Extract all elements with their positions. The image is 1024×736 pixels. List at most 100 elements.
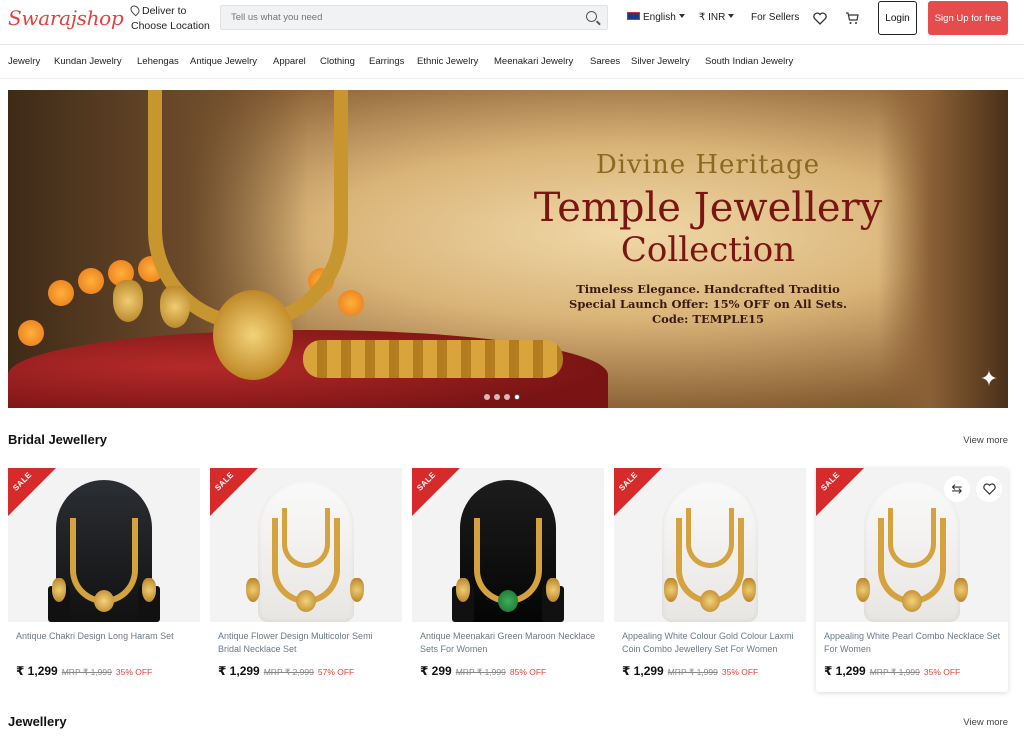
language-selector[interactable]: English <box>627 12 685 23</box>
earring-image <box>664 578 678 602</box>
product-card[interactable]: SALE ⇆ Appealing White Pearl Combo Neckl… <box>816 468 1008 692</box>
currency-label: ₹ INR <box>699 12 726 23</box>
hero-banner[interactable]: Divine Heritage Temple Jewellery Collect… <box>8 90 1008 408</box>
marigold-flower <box>18 320 44 346</box>
product-discount: 35% OFF <box>115 667 153 677</box>
for-sellers-link[interactable]: For Sellers <box>751 12 799 23</box>
price-row: ₹ 1,299 MRP ₹ 1,999 35% OFF <box>824 664 960 678</box>
product-mrp: MRP ₹ 1,999 <box>667 667 718 677</box>
category-jewelry[interactable]: Jewelry <box>8 56 40 67</box>
pendant-image <box>902 590 922 612</box>
marigold-flower <box>338 290 364 316</box>
product-name[interactable]: Antique Meenakari Green Maroon Necklace … <box>420 630 598 656</box>
product-price: ₹ 1,299 <box>218 664 260 678</box>
flag-icon <box>627 12 640 20</box>
product-card[interactable]: SALE Antique Meenakari Green Maroon Neck… <box>412 468 604 692</box>
language-label: English <box>643 12 676 23</box>
product-name[interactable]: Antique Flower Design Multicolor Semi Br… <box>218 630 396 656</box>
section-title-jewellery: Jewellery <box>8 714 67 729</box>
price-row: ₹ 299 MRP ₹ 1,999 85% OFF <box>420 664 546 678</box>
product-name[interactable]: Appealing White Colour Gold Colour Laxmi… <box>622 630 800 656</box>
pendant-image <box>700 590 720 612</box>
product-name[interactable]: Antique Chakri Design Long Haram Set <box>16 630 194 643</box>
category-antique-jewelry[interactable]: Antique Jewelry <box>190 56 257 67</box>
product-discount: 57% OFF <box>317 667 355 677</box>
waist-belt-image <box>303 340 563 378</box>
carousel-dots <box>484 387 524 405</box>
category-earrings[interactable]: Earrings <box>369 56 404 67</box>
product-mrp: MRP ₹ 1,999 <box>869 667 920 677</box>
category-lehengas[interactable]: Lehengas <box>137 56 179 67</box>
pin-icon <box>128 3 142 17</box>
category-south-indian-jewelry[interactable]: South Indian Jewelry <box>705 56 793 67</box>
search-icon[interactable] <box>586 11 597 22</box>
earring-image <box>142 578 156 602</box>
category-kundan-jewelry[interactable]: Kundan Jewelry <box>54 56 122 67</box>
earring-image <box>546 578 560 602</box>
product-image[interactable]: SALE <box>8 468 200 622</box>
earring-image <box>246 578 260 602</box>
product-mrp: MRP ₹ 1,999 <box>61 667 112 677</box>
banner-text: Divine Heritage Temple Jewellery Collect… <box>473 150 943 327</box>
header: Swarajshop Deliver to Choose Location En… <box>0 0 1024 45</box>
deliver-location[interactable]: Deliver to Choose Location <box>128 3 210 34</box>
product-card[interactable]: SALE Antique Chakri Design Long Haram Se… <box>8 468 200 692</box>
section-title-bridal: Bridal Jewellery <box>8 432 107 447</box>
currency-selector[interactable]: ₹ INR <box>699 12 735 23</box>
earring-image <box>160 286 190 328</box>
category-ethnic-jewelry[interactable]: Ethnic Jewelry <box>417 56 478 67</box>
product-price: ₹ 1,299 <box>16 664 58 678</box>
carousel-dot[interactable] <box>494 394 500 400</box>
compare-icon[interactable]: ⇆ <box>944 476 970 502</box>
view-more-jewellery-link[interactable]: View more <box>963 717 1008 728</box>
heart-icon[interactable] <box>813 12 827 25</box>
earring-image <box>456 578 470 602</box>
product-name[interactable]: Appealing White Pearl Combo Necklace Set… <box>824 630 1002 656</box>
deliver-label: Deliver to <box>142 5 187 17</box>
chevron-down-icon <box>678 14 685 18</box>
banner-tagline: Timeless Elegance. Handcrafted Traditio <box>576 282 840 296</box>
wishlist-icon[interactable] <box>976 476 1002 502</box>
earring-image <box>113 280 143 322</box>
site-logo[interactable]: Swarajshop <box>8 6 124 30</box>
earring-image <box>742 578 756 602</box>
earring-image <box>954 578 968 602</box>
banner-offer: Special Launch Offer: 15% OFF on All Set… <box>569 297 847 311</box>
pendant-image <box>213 290 293 380</box>
carousel-dot[interactable] <box>484 394 490 400</box>
pendant-image <box>296 590 316 612</box>
category-apparel[interactable]: Apparel <box>273 56 306 67</box>
pendant-image <box>498 590 518 612</box>
search-input[interactable] <box>221 6 551 29</box>
banner-heading-sub: Collection <box>620 230 796 270</box>
pendant-image <box>94 590 114 612</box>
carousel-dot[interactable] <box>504 394 510 400</box>
banner-heading-small: Divine Heritage <box>595 150 821 180</box>
login-button[interactable]: Login <box>878 1 917 35</box>
product-card[interactable]: SALE Appealing White Colour Gold Colour … <box>614 468 806 692</box>
product-price: ₹ 299 <box>420 664 452 678</box>
product-discount: 35% OFF <box>721 667 759 677</box>
product-card[interactable]: SALE Antique Flower Design Multicolor Se… <box>210 468 402 692</box>
category-sarees[interactable]: Sarees <box>590 56 620 67</box>
signup-button[interactable]: Sign Up for free <box>928 1 1008 35</box>
category-silver-jewelry[interactable]: Silver Jewelry <box>631 56 690 67</box>
price-row: ₹ 1,299 MRP ₹ 1,999 35% OFF <box>622 664 758 678</box>
category-clothing[interactable]: Clothing <box>320 56 355 67</box>
category-meenakari-jewelry[interactable]: Meenakari Jewelry <box>494 56 573 67</box>
choose-location-link[interactable]: Choose Location <box>131 19 210 34</box>
view-more-bridal-link[interactable]: View more <box>963 435 1008 446</box>
product-image[interactable]: SALE ⇆ <box>816 468 1008 622</box>
product-image[interactable]: SALE <box>210 468 402 622</box>
product-image[interactable]: SALE <box>614 468 806 622</box>
product-image[interactable]: SALE <box>412 468 604 622</box>
category-nav: Jewelry Kundan Jewelry Lehengas Antique … <box>0 46 1024 79</box>
earring-image <box>350 578 364 602</box>
marigold-flower <box>48 280 74 306</box>
earring-image <box>52 578 66 602</box>
carousel-dot-active[interactable] <box>514 394 520 400</box>
product-mrp: MRP ₹ 2,999 <box>263 667 314 677</box>
cart-icon[interactable] <box>845 12 859 25</box>
price-row: ₹ 1,299 MRP ₹ 1,999 35% OFF <box>16 664 152 678</box>
sparkle-icon: ✦ <box>979 366 999 391</box>
